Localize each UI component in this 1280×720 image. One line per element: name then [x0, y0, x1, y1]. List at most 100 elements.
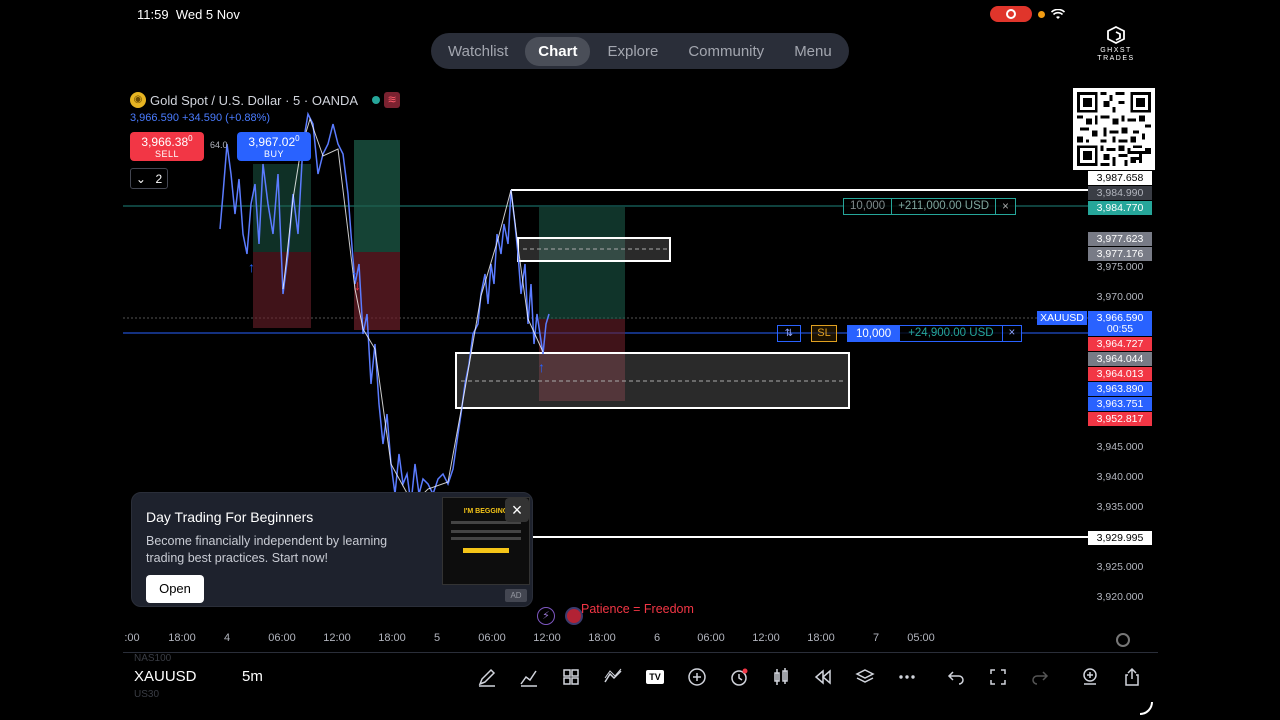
time-label: 5 [433, 632, 441, 644]
interval-selector[interactable]: 5m [242, 668, 263, 685]
chart-note[interactable]: Patience = Freedom [581, 602, 694, 616]
logo-line1: GHXST [1100, 47, 1132, 54]
time-label: 12:00 [533, 632, 561, 644]
chevron-down-icon: ⌄ [135, 171, 146, 186]
spread-value: 64.0 [210, 140, 228, 150]
stop-loss-button[interactable]: SL [811, 325, 837, 342]
mic-indicator-icon [1038, 10, 1045, 18]
buy-button[interactable]: 3,967.020 BUY [237, 132, 311, 161]
tab-menu[interactable]: Menu [781, 37, 845, 66]
add-icon[interactable] [685, 665, 709, 689]
price-label: 3,963.890 [1088, 382, 1152, 396]
indicators-icon[interactable] [517, 665, 541, 689]
candles-icon[interactable] [769, 665, 793, 689]
position-pnl: +24,900.00 USD [900, 325, 1003, 342]
indicator-count: 2 [155, 171, 163, 186]
time-label: 18:00 [378, 632, 406, 644]
price-label: 3,977.623 [1088, 232, 1152, 246]
share-icon[interactable] [1120, 665, 1144, 689]
price-label: 3,975.000 [1096, 261, 1144, 273]
status-bar-time: 11:59 Wed 5 Nov [137, 7, 240, 22]
position-label-blue[interactable]: 10,000 +24,900.00 USD × [847, 325, 1023, 342]
buy-price-sup: 0 [295, 134, 300, 143]
indicator-wave-icon[interactable]: ≋ [384, 92, 401, 108]
indicators-collapse-button[interactable]: ⌄ 2 [130, 168, 168, 189]
ad-open-button[interactable]: Open [146, 575, 204, 603]
svg-text:↓: ↓ [354, 277, 361, 293]
symbol-price-tag: XAUUSD [1037, 311, 1087, 325]
screen-record-icon[interactable] [990, 6, 1032, 22]
position-label-green[interactable]: 10,000 +211,000.00 USD × [843, 198, 1016, 215]
buy-price: 3,967.02 [248, 135, 296, 149]
ad-badge: AD [505, 589, 527, 602]
tab-chart[interactable]: Chart [525, 36, 591, 66]
gold-symbol-icon: ◉ [130, 92, 146, 108]
layouts-icon[interactable] [559, 665, 583, 689]
more-icon[interactable] [895, 665, 919, 689]
time-axis[interactable]: :00 18:00 4 06:00 12:00 18:00 5 06:00 12:00 18:00… [123, 632, 1088, 648]
tab-watchlist[interactable]: Watchlist [435, 37, 521, 66]
reverse-position-icon[interactable]: ⇅ [777, 325, 801, 342]
time-label: 18:00 [588, 632, 616, 644]
time-label: 12:00 [752, 632, 780, 644]
price-label: 3,964.044 [1088, 352, 1152, 366]
time-label: 4 [223, 632, 231, 644]
symbol-header[interactable]: ◉ Gold Spot / U.S. Dollar · 5 · OANDA ≋ [130, 92, 401, 108]
brand-logo: GHXST TRADES [1088, 25, 1144, 63]
time-label: :00 [124, 632, 140, 644]
resize-handle-icon[interactable] [1138, 700, 1154, 716]
ad-banner[interactable]: Day Trading For Beginners Become financi… [131, 492, 533, 607]
pen-icon[interactable] [475, 665, 499, 689]
chart-settings-icon[interactable] [1116, 633, 1130, 647]
clock-date: Wed 5 Nov [175, 7, 240, 22]
price-label: 3,970.000 [1096, 291, 1144, 303]
sell-button[interactable]: 3,966.380 SELL [130, 132, 204, 161]
time-label: 12:00 [323, 632, 351, 644]
close-position-icon[interactable]: × [1002, 325, 1023, 342]
tradingview-icon[interactable]: TV [643, 665, 667, 689]
wifi-icon [1051, 8, 1065, 19]
sell-label: SELL [154, 149, 180, 159]
ad-description: Become financially independent by learni… [146, 534, 388, 565]
undo-icon[interactable] [944, 665, 968, 689]
close-icon[interactable]: × [505, 498, 529, 522]
price-label: 3,964.727 [1088, 337, 1152, 351]
svg-text:↑: ↑ [248, 259, 255, 275]
time-label: 6 [653, 632, 661, 644]
fullscreen-icon[interactable] [986, 665, 1010, 689]
svg-text:↑: ↑ [538, 359, 545, 375]
position-qty: 10,000 [844, 199, 893, 214]
time-label: 18:00 [807, 632, 835, 644]
ohlc-values: 3,966.590 +34.590 (+0.88%) [130, 112, 271, 124]
clock-time: 11:59 [137, 7, 169, 22]
price-label: 3,987.658 [1088, 171, 1152, 185]
tab-community[interactable]: Community [675, 37, 777, 66]
tab-explore[interactable]: Explore [594, 37, 671, 66]
position-pnl: +211,000.00 USD [892, 199, 997, 214]
sell-price: 3,966.38 [141, 135, 189, 149]
time-label: 06:00 [268, 632, 296, 644]
price-label: 3,964.013 [1088, 367, 1152, 381]
ad-title: Day Trading For Beginners [146, 509, 314, 525]
price-axis[interactable]: 3,987.658 3,984.990 3,984.770 3,977.623 3,97… [1088, 168, 1158, 628]
price-label: 3,925.000 [1096, 561, 1144, 573]
lightning-icon[interactable]: ⚡ [537, 607, 555, 625]
status-bar-icons [990, 6, 1065, 22]
price-label: 3,963.751 [1088, 397, 1152, 411]
redo-icon[interactable] [1028, 665, 1052, 689]
replay-icon[interactable] [811, 665, 835, 689]
time-label: 05:00 [907, 632, 935, 644]
position-qty: 10,000 [847, 325, 901, 342]
symbol-selector[interactable]: XAUUSD [134, 668, 197, 685]
ghost-logo-icon [1107, 25, 1125, 45]
close-position-icon[interactable]: × [996, 201, 1015, 213]
price-label: 3,977.176 [1088, 247, 1152, 261]
layers-icon[interactable] [853, 665, 877, 689]
price-label: 3,984.990 [1088, 186, 1152, 200]
drawings-icon[interactable] [601, 665, 625, 689]
symbol-scroll-next[interactable]: US30 [134, 689, 159, 700]
symbol-scroll-prev[interactable]: NAS100 [134, 653, 171, 664]
symbol-title[interactable]: Gold Spot / U.S. Dollar · 5 · OANDA [150, 93, 358, 108]
alert-icon[interactable] [727, 665, 751, 689]
object-tree-icon[interactable] [1078, 665, 1102, 689]
